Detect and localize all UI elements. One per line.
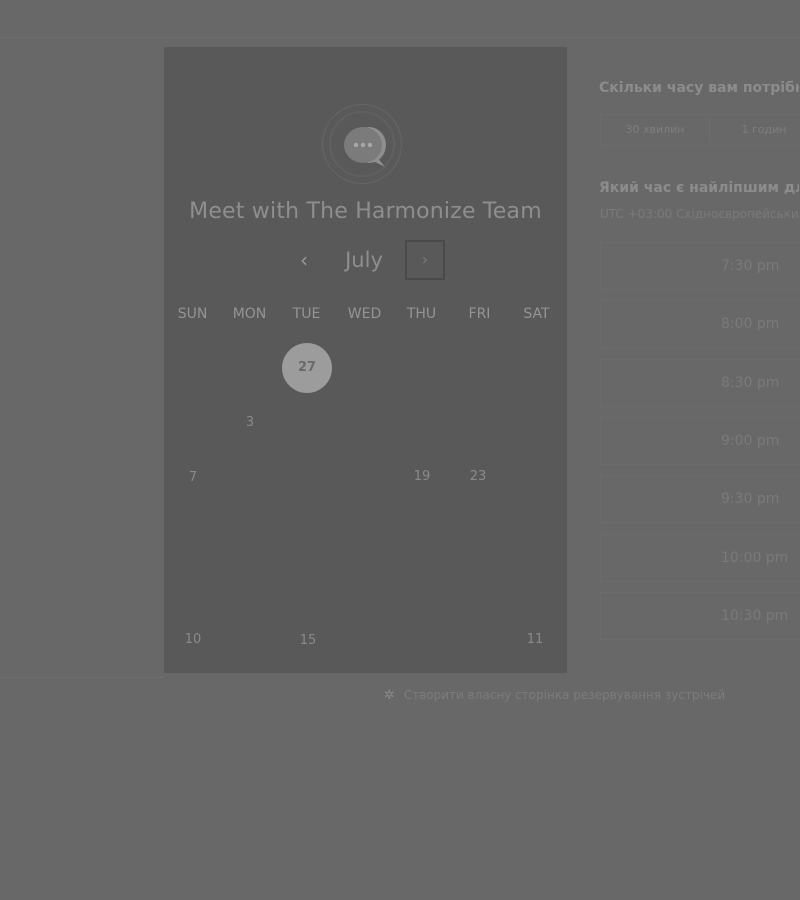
time-slot-label: 7:30 pm	[721, 258, 780, 274]
day-cell[interactable]: 10	[168, 615, 218, 665]
duration-question: Скільки часу вам потрібно?	[599, 80, 799, 96]
month-label: July	[345, 248, 383, 272]
calendar-card: Meet with The Harmonize Team ‹ July › SU…	[164, 47, 567, 673]
day-cell[interactable]: 19	[397, 452, 447, 502]
duration-option-30min[interactable]: 30 хвилин	[601, 115, 709, 145]
chevron-left-icon: ‹	[300, 248, 308, 272]
time-slot-label: 10:30 pm	[721, 608, 789, 624]
time-slot[interactable]: 8:00 pm	[600, 300, 800, 348]
chevron-right-icon: ›	[421, 250, 429, 269]
weekday-fri: FRI	[468, 306, 491, 322]
time-slot[interactable]: 8:30 pm	[600, 359, 800, 407]
weekday-wed: WED	[347, 306, 382, 322]
duration-selector: 30 хвилин 1 годин	[600, 114, 800, 146]
footer-divider	[0, 677, 164, 678]
day-cell[interactable]: 15	[283, 616, 333, 666]
time-slot-label: 8:30 pm	[721, 375, 780, 391]
timezone-label[interactable]: UTC +03:00 Східноєвропейський час	[600, 207, 800, 221]
weekday-sun: SUN	[177, 306, 208, 322]
booking-page: Meet with The Harmonize Team ‹ July › SU…	[0, 0, 800, 900]
weekday-tue: TUE	[292, 306, 321, 322]
time-slot[interactable]: 9:30 pm	[600, 475, 800, 523]
duration-option-1h[interactable]: 1 годин	[710, 115, 800, 145]
organizer-avatar	[322, 104, 402, 184]
day-cell[interactable]: 23	[453, 452, 503, 502]
sprocket-icon: ✲	[384, 688, 395, 703]
time-slot[interactable]: 7:30 pm	[600, 242, 800, 290]
footer-link-text: Створити власну сторінка резервування зу…	[403, 688, 726, 702]
time-slot-label: 9:30 pm	[721, 491, 780, 507]
weekday-thu: THU	[406, 306, 437, 322]
next-month-button[interactable]: ›	[405, 240, 445, 280]
time-slot[interactable]: 9:00 pm	[600, 417, 800, 465]
time-slot-label: 9:00 pm	[721, 433, 780, 449]
time-slot-label: 8:00 pm	[721, 316, 780, 332]
month-navigation: ‹ July ›	[164, 240, 567, 280]
meeting-title: Meet with The Harmonize Team	[189, 199, 542, 224]
day-cell[interactable]: 7	[168, 453, 218, 503]
previous-month-button[interactable]: ‹	[289, 242, 319, 278]
day-cell[interactable]: 3	[225, 398, 275, 448]
time-slot[interactable]: 10:30 pm	[600, 592, 800, 640]
create-booking-page-link[interactable]: ✲ Створити власну сторінка резервування …	[384, 688, 800, 703]
time-slot-label: 10:00 pm	[721, 550, 789, 566]
weekday-header: SUN MON TUE WED THU FRI SAT	[164, 306, 567, 326]
time-slot[interactable]: 10:00 pm	[600, 534, 800, 582]
day-cell[interactable]: 11	[510, 615, 560, 665]
time-question: Який час є найліпшим для вас?	[599, 180, 799, 196]
chat-bubbles-icon	[344, 127, 386, 167]
weekday-sat: SAT	[523, 306, 550, 322]
header-divider	[0, 37, 800, 38]
weekday-mon: MON	[232, 306, 267, 322]
day-cell-selected[interactable]: 27	[282, 343, 332, 393]
